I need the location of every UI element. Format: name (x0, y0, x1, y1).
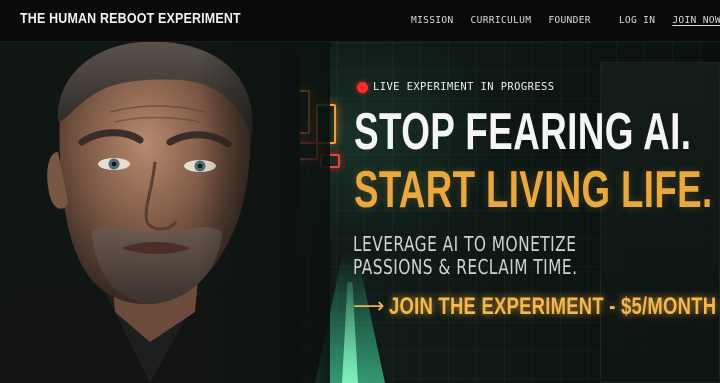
subheadline-line-1: LEVERAGE AI TO MONETIZE (353, 232, 577, 256)
portrait-fade-overlay (0, 42, 330, 383)
nav-founder-link[interactable]: FOUNDER (548, 15, 591, 26)
headline-start-living: START LIVING LIFE. (354, 161, 713, 219)
headline-stop-fearing: STOP FEARING AI. (354, 103, 692, 161)
arrow-right-icon: ⟶ (353, 294, 385, 319)
cta-label: JOIN THE EXPERIMENT - $5/MONTH (388, 293, 716, 320)
nav-links: MISSION CURRICULUM FOUNDER LOG IN JOIN N… (411, 15, 720, 26)
brand-logo-text[interactable]: THE HUMAN REBOOT EXPERIMENT (20, 11, 241, 27)
nav-curriculum-link[interactable]: CURRICULUM (471, 15, 532, 26)
live-badge: LIVE EXPERIMENT IN PROGRESS (357, 81, 554, 93)
subheadline-line-2: PASSIONS & RECLAIM TIME. (353, 255, 578, 279)
live-dot-icon (357, 81, 368, 93)
join-experiment-cta-button[interactable]: ⟶ JOIN THE EXPERIMENT - $5/MONTH (353, 293, 720, 321)
live-badge-text: LIVE EXPERIMENT IN PROGRESS (373, 81, 555, 93)
nav-mission-link[interactable]: MISSION (411, 15, 454, 26)
nav-login-link[interactable]: LOG IN (619, 15, 655, 26)
nav-join-now-link[interactable]: JOIN NOW (672, 15, 720, 26)
hero-section: LIVE EXPERIMENT IN PROGRESS STOP FEARING… (0, 42, 720, 383)
top-nav: THE HUMAN REBOOT EXPERIMENT MISSION CURR… (0, 0, 720, 42)
